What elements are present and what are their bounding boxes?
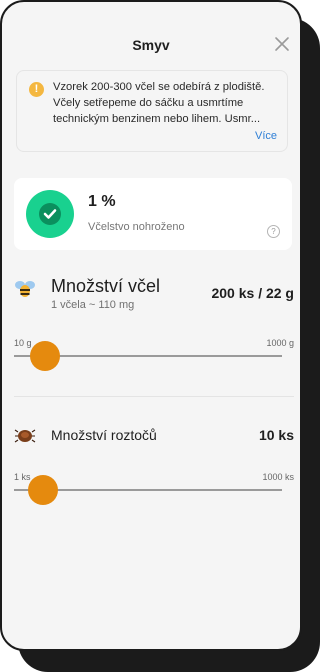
page-title: Smyv [132, 37, 170, 53]
bees-slider-max: 1000 g [266, 338, 294, 348]
info-banner: ! Vzorek 200-300 včel se odebírá z plodi… [16, 70, 288, 152]
help-icon[interactable]: ? [267, 225, 280, 238]
mites-slider-max: 1000 ks [262, 472, 294, 482]
more-link[interactable]: Více [255, 130, 277, 142]
bees-slider-thumb[interactable] [30, 341, 61, 371]
device-frame: Smyv ! Vzorek 200-300 včel se odebírá z … [0, 0, 302, 651]
infestation-value: 1 % [88, 193, 116, 210]
close-button[interactable] [274, 36, 290, 52]
mites-section: Množství roztočů 10 ks 1 ks 1000 ks [14, 422, 294, 522]
bees-label: Množství včel [51, 276, 161, 296]
warning-icon: ! [29, 82, 44, 97]
divider [14, 396, 294, 397]
bees-value: 200 ks / 22 g [211, 285, 294, 301]
bees-sub: 1 včela ~ 110 mg [51, 299, 135, 311]
mites-value: 10 ks [258, 427, 294, 443]
mites-label: Množství roztočů [51, 427, 157, 443]
bees-section: Množství včel 1 včela ~ 110 mg 200 ks / … [14, 274, 294, 374]
mites-slider-thumb[interactable] [28, 475, 59, 505]
bees-slider-min: 10 g [14, 338, 32, 348]
bee-icon [15, 281, 35, 297]
status-indicator [26, 190, 74, 238]
mites-slider-min: 1 ks [14, 472, 31, 482]
mite-icon [14, 429, 36, 443]
close-icon [275, 37, 289, 51]
status-card: 1 % Včelstvo nohroženo ? [14, 178, 292, 250]
info-text: Vzorek 200-300 včel se odebírá z plodišt… [53, 81, 265, 125]
status-label: Včelstvo nohroženo [88, 221, 185, 233]
check-icon [43, 209, 57, 219]
